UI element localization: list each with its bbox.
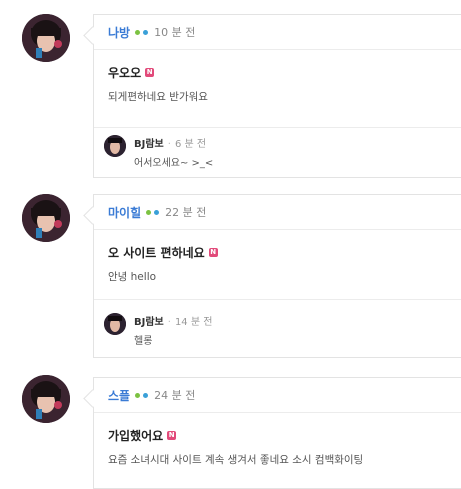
- level-dot-blue: [154, 209, 160, 215]
- level-dot-green: [146, 209, 152, 215]
- avatar[interactable]: [22, 194, 70, 242]
- comment-title-text: 가입했어요: [108, 429, 164, 443]
- new-badge: N: [145, 68, 155, 77]
- avatar[interactable]: [22, 375, 70, 423]
- reply-author[interactable]: BJ람보: [134, 139, 164, 150]
- level-dot-green: [135, 392, 141, 398]
- comment-body: 오 사이트 편하네요 N 안녕 hello: [94, 230, 461, 284]
- reply-author[interactable]: BJ람보: [134, 317, 164, 328]
- comment-title: 가입했어요 N: [108, 427, 461, 444]
- reply-content: BJ람보 · 6 분 전 어서오세요~ >_<: [134, 135, 213, 169]
- reply-text: 어서오세요~ >_<: [134, 158, 214, 169]
- reply: BJ람보 · 6 분 전 어서오세요~ >_<: [104, 135, 213, 169]
- comment-body: 가입했어요 N 요즘 소녀시대 사이트 계속 생겨서 좋네요 소시 컴백화이팅: [94, 413, 461, 467]
- comment-title: 오 사이트 편하네요 N: [108, 244, 461, 261]
- separator: ·: [167, 139, 171, 150]
- comment-text: 안녕 hello: [108, 271, 157, 283]
- author-name[interactable]: 스플: [108, 387, 130, 404]
- comment-title-text: 우오오: [108, 66, 142, 80]
- comment-header: 나방 10 분 전: [94, 15, 461, 50]
- level-dots: [135, 392, 149, 398]
- divider: [94, 299, 461, 300]
- level-dot-blue: [143, 392, 149, 398]
- comment-body: 우오오 N 되게편하네요 반가워요: [94, 50, 461, 104]
- comment-title: 우오오 N: [108, 64, 461, 81]
- timestamp: 24 분 전: [154, 389, 196, 402]
- new-badge: N: [208, 248, 218, 257]
- reply-avatar[interactable]: [104, 313, 126, 335]
- reply-avatar[interactable]: [104, 135, 126, 157]
- comment-card: 마이힐 22 분 전 오 사이트 편하네요 N 안녕 hello BJ람보 · 14…: [93, 194, 461, 358]
- level-dot-blue: [143, 29, 149, 35]
- new-badge: N: [167, 431, 177, 440]
- author-name[interactable]: 마이힐: [108, 204, 141, 221]
- level-dots: [146, 209, 160, 215]
- author-name[interactable]: 나방: [108, 24, 130, 41]
- comment-text: 되게편하네요 반가워요: [108, 91, 208, 103]
- timestamp: 10 분 전: [154, 26, 196, 39]
- comment-title-text: 오 사이트 편하네요: [108, 246, 205, 260]
- separator: ·: [167, 317, 171, 328]
- reply: BJ람보 · 14 분 전 헬롱: [104, 313, 212, 347]
- reply-content: BJ람보 · 14 분 전 헬롱: [134, 313, 212, 347]
- comment-card: 스플 24 분 전 가입했어요 N 요즘 소녀시대 사이트 계속 생겨서 좋네요…: [93, 377, 461, 489]
- comment-header: 마이힐 22 분 전: [94, 195, 461, 230]
- timestamp: 22 분 전: [165, 206, 207, 219]
- comment-card: 나방 10 분 전 우오오 N 되게편하네요 반가워요 BJ람보·6 분 전: [93, 14, 461, 178]
- comment-text: 요즘 소녀시대 사이트 계속 생겨서 좋네요 소시 컴백화이팅: [108, 454, 364, 466]
- reply-text: 헬롱: [134, 336, 153, 347]
- reply-timestamp: 14 분 전: [174, 317, 213, 328]
- divider: [94, 127, 461, 128]
- level-dot-green: [135, 29, 141, 35]
- level-dots: [135, 29, 149, 35]
- reply-timestamp: 6 분 전: [174, 139, 207, 150]
- comment-header: 스플 24 분 전: [94, 378, 461, 413]
- avatar[interactable]: [22, 14, 70, 62]
